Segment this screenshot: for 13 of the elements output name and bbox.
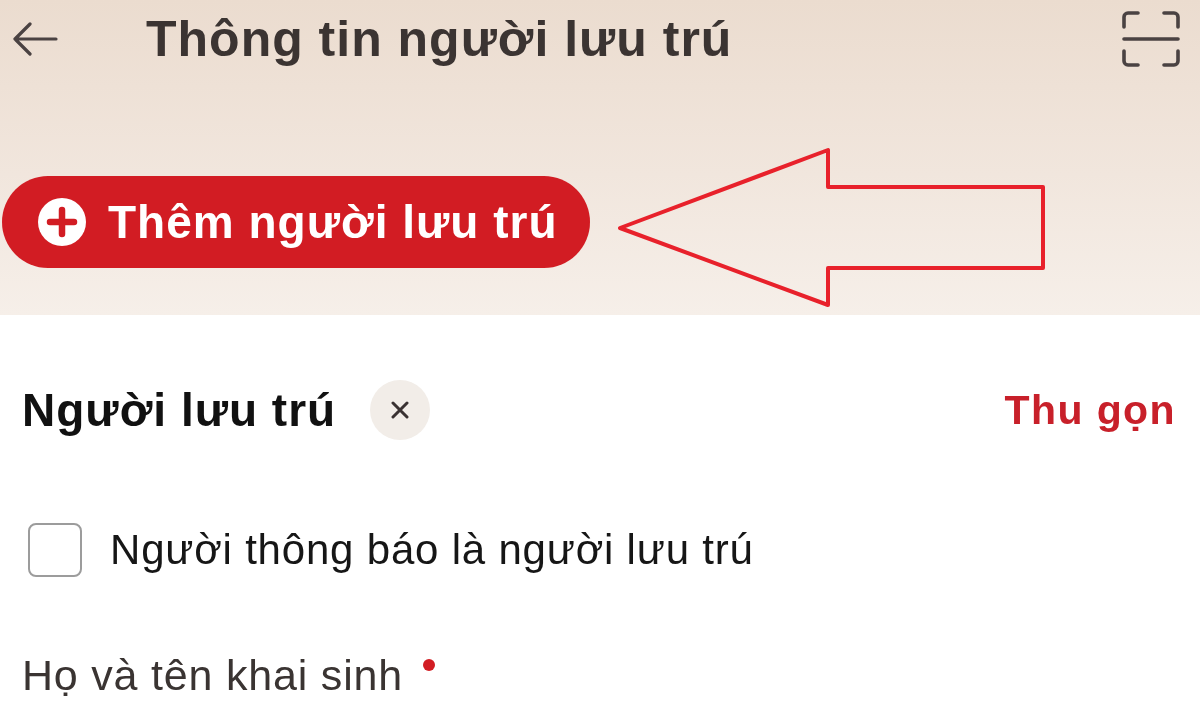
- checkbox[interactable]: [28, 523, 82, 577]
- checkbox-label: Người thông báo là người lưu trú: [110, 525, 754, 575]
- field-label: Họ và tên khai sinh: [22, 650, 403, 701]
- scan-icon: [1122, 11, 1180, 67]
- page-title: Thông tin người lưu trú: [146, 10, 733, 69]
- back-arrow-icon: [12, 22, 58, 56]
- plus-circle-icon: [38, 198, 86, 246]
- close-icon: [391, 401, 410, 419]
- collapse-link[interactable]: Thu gọn: [1004, 382, 1176, 438]
- scan-button[interactable]: [1122, 11, 1180, 67]
- section-title: Người lưu trú: [22, 383, 337, 438]
- add-resident-button[interactable]: Thêm người lưu trú: [2, 176, 590, 268]
- back-button[interactable]: [12, 22, 58, 56]
